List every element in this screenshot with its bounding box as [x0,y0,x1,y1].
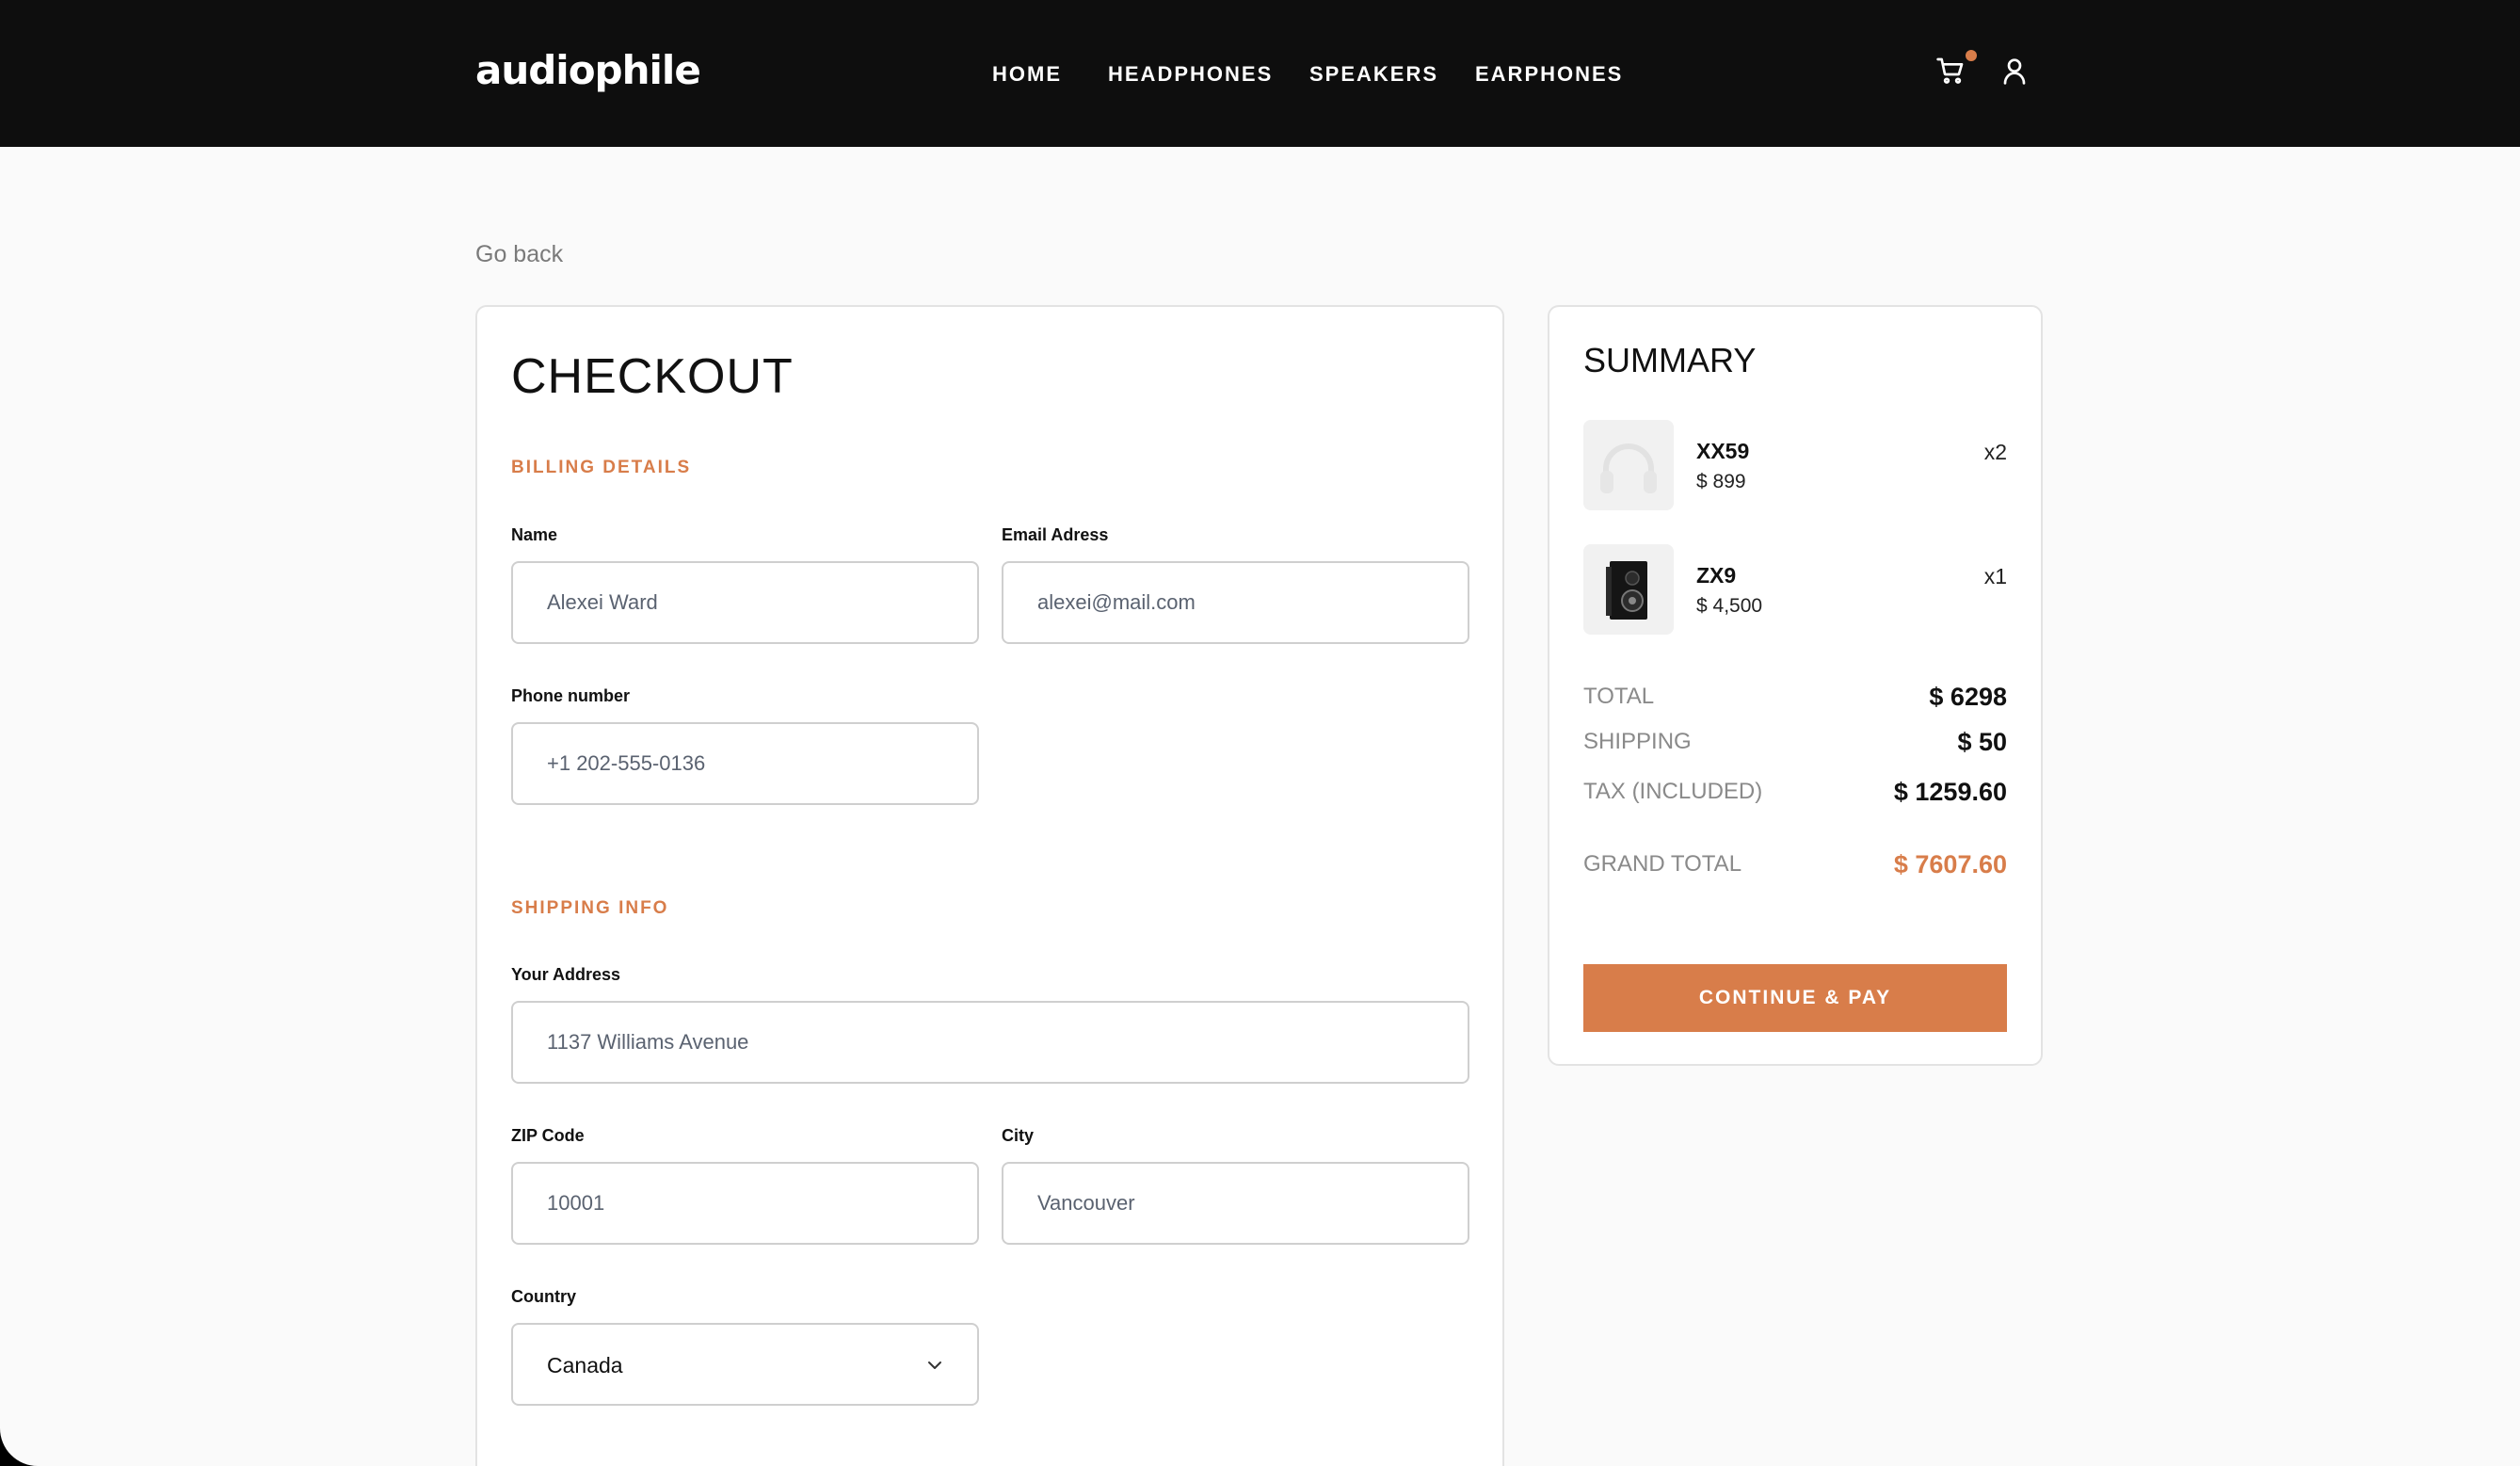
grand-total-label: GRAND TOTAL [1583,851,1742,877]
zip-field[interactable] [511,1162,979,1245]
order-summary-card: SUMMARY XX59 $ 899 x2 ZX9 $ 4,500 x1 TOT… [1548,305,2043,1066]
shipping-info-heading: SHIPPING INFO [511,898,669,918]
go-back-link[interactable]: Go back [475,241,563,268]
item-quantity: x1 [1983,564,2007,588]
shipping-value: $ 50 [1957,728,2007,756]
address-field[interactable] [511,1001,1469,1084]
city-field[interactable] [1002,1162,1469,1245]
headphones-image [1583,420,1674,510]
item-name: ZX9 [1696,563,1737,588]
brand-logo[interactable]: audiophile [475,47,701,93]
nav-speakers[interactable]: SPEAKERS [1309,62,1438,87]
item-quantity: x2 [1983,440,2007,464]
city-label: City [1002,1126,1035,1145]
country-label: Country [511,1287,576,1306]
grand-total-value: $ 7607.60 [1893,850,2007,878]
total-value: $ 6298 [1929,683,2007,711]
address-label: Your Address [511,965,621,984]
speaker-image [1583,544,1674,635]
phone-label: Phone number [511,686,631,705]
page: audiophile HOME HEADPHONES SPEAKERS EARP… [0,0,2520,1466]
checkout-title: CHECKOUT [511,349,794,404]
email-label: Email Adress [1002,525,1109,544]
country-select-value: Canada [547,1353,623,1377]
cart-icon[interactable] [1935,50,1977,93]
name-field[interactable] [511,561,979,644]
shipping-label: SHIPPING [1583,729,1692,754]
user-icon[interactable] [1999,56,2037,93]
summary-title: SUMMARY [1583,341,1757,379]
nav-headphones[interactable]: HEADPHONES [1108,62,1273,87]
checkout-form-card: CHECKOUT BILLING DETAILS Name Email Adre… [475,305,1504,1466]
total-label: TOTAL [1583,684,1655,709]
email-field[interactable] [1002,561,1469,644]
zip-label: ZIP Code [511,1126,585,1145]
top-header: audiophile HOME HEADPHONES SPEAKERS EARP… [0,0,2520,147]
phone-field[interactable] [511,722,979,805]
item-price: $ 4,500 [1696,595,1763,617]
country-select[interactable]: Canada [511,1323,979,1406]
cart-badge-dot [1966,50,1977,61]
tax-label: TAX (INCLUDED) [1583,779,1763,804]
chevron-down-icon [926,1359,943,1372]
item-price: $ 899 [1696,471,1746,492]
continue-and-pay-button[interactable]: CONTINUE & PAY [1583,964,2007,1032]
name-label: Name [511,525,558,544]
tax-value: $ 1259.60 [1893,778,2007,806]
nav-earphones[interactable]: EARPHONES [1475,62,1623,87]
billing-details-heading: BILLING DETAILS [511,458,692,477]
nav-home[interactable]: HOME [992,62,1062,87]
item-name: XX59 [1696,439,1750,463]
